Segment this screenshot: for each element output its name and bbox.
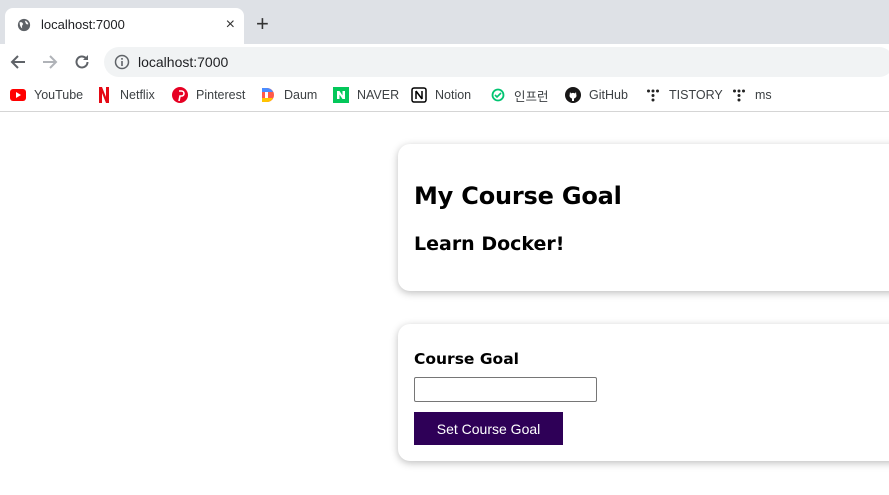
- tab-strip: localhost:7000 × +: [0, 0, 889, 44]
- forward-arrow-icon: [43, 55, 58, 69]
- inflearn-icon: [490, 87, 506, 103]
- course-goal-input[interactable]: [414, 377, 597, 402]
- globe-icon: [17, 18, 31, 32]
- url-text: localhost:7000: [138, 54, 229, 70]
- bookmark-label: GitHub: [589, 88, 628, 102]
- daum-icon: [260, 87, 276, 103]
- bookmark-label: YouTube: [34, 88, 84, 102]
- set-course-goal-button[interactable]: Set Course Goal: [414, 412, 563, 445]
- bookmark-label: NAVER: [357, 88, 400, 102]
- github-icon: [565, 87, 581, 103]
- page-title: My Course Goal: [414, 182, 622, 210]
- goal-card: My Course Goal Learn Docker!: [398, 144, 889, 291]
- reload-button[interactable]: [70, 50, 94, 74]
- browser-tab[interactable]: localhost:7000 ×: [5, 8, 244, 44]
- bookmark-label: Daum: [284, 88, 318, 102]
- bookmark-ms[interactable]: ms: [731, 85, 772, 105]
- close-tab-icon[interactable]: ×: [226, 15, 235, 35]
- current-goal-text: Learn Docker!: [414, 233, 565, 255]
- tab-title: localhost:7000: [41, 17, 125, 32]
- bookmark-pinterest[interactable]: Pinterest: [172, 85, 245, 105]
- bookmark-label: 인프런: [514, 89, 549, 104]
- bookmark-netflix[interactable]: Netflix: [96, 85, 155, 105]
- notion-icon: [411, 87, 427, 103]
- bookmark-label: Netflix: [120, 88, 155, 102]
- netflix-icon: [96, 87, 112, 103]
- bookmark-tistory[interactable]: TISTORY: [645, 85, 723, 105]
- info-icon[interactable]: [114, 54, 130, 70]
- address-bar[interactable]: localhost:7000: [104, 47, 889, 77]
- bookmark-github[interactable]: GitHub: [565, 85, 628, 105]
- bookmark-naver[interactable]: NAVER: [333, 85, 399, 105]
- pinterest-icon: [172, 87, 188, 103]
- back-arrow-icon: [10, 55, 25, 69]
- ms-icon: [731, 87, 747, 103]
- course-goal-label: Course Goal: [414, 350, 519, 368]
- browser-toolbar: localhost:7000: [0, 44, 889, 80]
- bookmark-inflearn[interactable]: 인프런: [490, 85, 549, 105]
- bookmark-daum[interactable]: Daum: [260, 85, 317, 105]
- naver-icon: [333, 87, 349, 103]
- bookmark-label: TISTORY: [669, 88, 723, 102]
- bookmarks-bar: YouTube Netflix Pinterest Daum NAVER Not…: [0, 80, 889, 112]
- back-button[interactable]: [6, 50, 30, 74]
- bookmark-youtube[interactable]: YouTube: [10, 85, 83, 105]
- bookmark-label: Notion: [435, 88, 472, 102]
- bookmark-notion[interactable]: Notion: [411, 85, 471, 105]
- youtube-icon: [10, 87, 26, 103]
- goal-form-card: Course Goal Set Course Goal: [398, 324, 889, 461]
- new-tab-button[interactable]: +: [256, 13, 269, 35]
- tistory-icon: [645, 87, 661, 103]
- reload-icon: [75, 55, 89, 69]
- bookmark-label: Pinterest: [196, 88, 246, 102]
- bookmark-label: ms: [755, 88, 772, 102]
- forward-button[interactable]: [38, 50, 62, 74]
